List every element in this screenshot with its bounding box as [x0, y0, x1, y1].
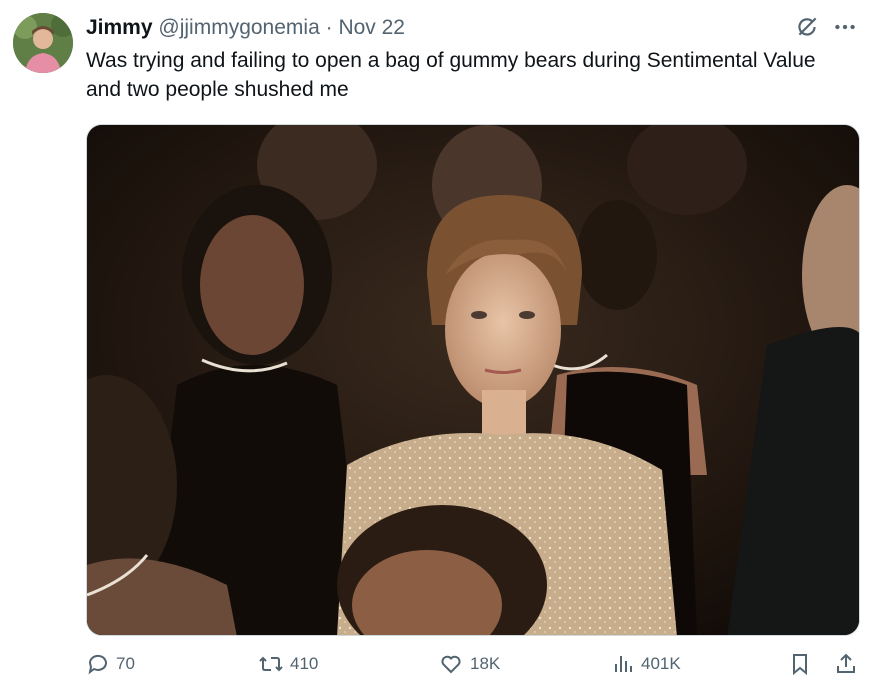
tweet-top-actions [794, 14, 858, 40]
tweet-actions: 70 410 18K 401K [86, 652, 862, 682]
grok-icon[interactable] [794, 14, 820, 40]
tweet-text: Was trying and failing to open a bag of … [86, 49, 816, 101]
avatar[interactable] [13, 13, 73, 73]
tweet-header: Jimmy @jjimmygonemia · Nov 22 [86, 15, 405, 41]
retweet-icon [259, 656, 283, 672]
reply-icon [88, 654, 107, 675]
like-button[interactable]: 18K [438, 652, 500, 676]
theater-photo [87, 125, 859, 635]
views-count: 401K [641, 654, 681, 673]
bookmark-icon [793, 654, 807, 676]
share-button[interactable] [834, 652, 858, 676]
separator-dot: · [325, 16, 333, 39]
tweet-image[interactable] [86, 124, 860, 636]
author-handle[interactable]: @jjimmygonemia [158, 16, 319, 39]
reply-button[interactable]: 70 [86, 652, 135, 676]
retweet-button[interactable]: 410 [258, 652, 318, 676]
bookmark-button[interactable] [789, 652, 811, 676]
more-icon[interactable] [832, 14, 858, 40]
views-button[interactable]: 401K [611, 652, 681, 676]
like-icon [441, 655, 461, 674]
retweet-count: 410 [290, 654, 319, 673]
tweet-date[interactable]: Nov 22 [338, 16, 405, 39]
author-name[interactable]: Jimmy [86, 16, 153, 39]
share-icon [837, 653, 855, 673]
views-icon [615, 656, 632, 672]
reply-count: 70 [116, 654, 135, 673]
avatar-image [13, 13, 73, 73]
like-count: 18K [470, 654, 501, 673]
